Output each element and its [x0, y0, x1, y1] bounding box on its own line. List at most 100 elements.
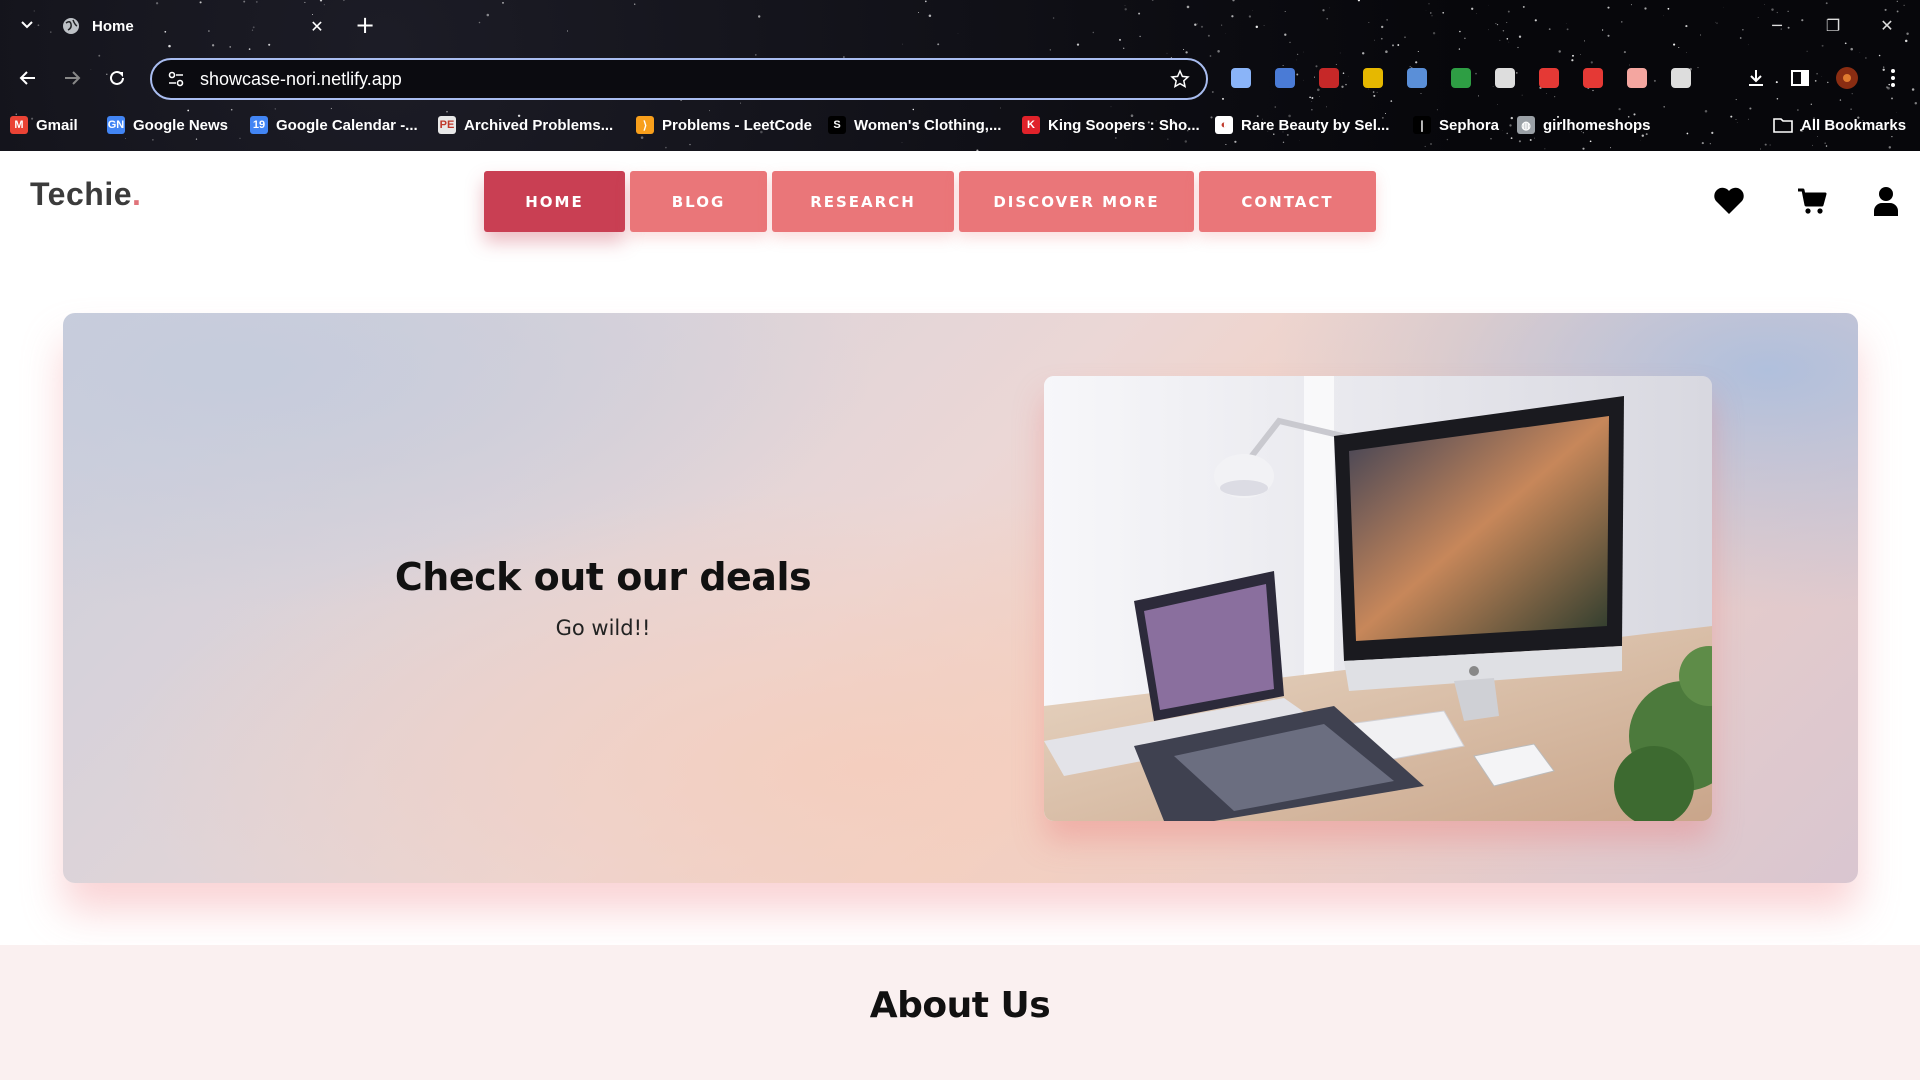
globe-icon: ◍ — [1517, 116, 1535, 134]
kebab-menu-icon — [1891, 69, 1895, 87]
sephora-icon: ❘ — [1413, 116, 1431, 134]
user-icon — [1874, 187, 1898, 216]
extension-button[interactable] — [1668, 65, 1694, 91]
nav-item-blog[interactable]: BLOG — [630, 171, 767, 232]
extension-icon — [1275, 68, 1295, 88]
chevron-down-icon — [21, 21, 33, 29]
new-tab-button[interactable]: + — [352, 11, 378, 39]
extension-button[interactable] — [1228, 65, 1254, 91]
hero-banner: Check out our deals Go wild!! — [63, 313, 1858, 883]
hero-image-workspace — [1044, 376, 1712, 821]
shein-icon: S — [828, 116, 846, 134]
wishlist-button[interactable] — [1712, 184, 1746, 218]
extension-icon — [1363, 68, 1383, 88]
browser-toolbar: showcase-nori.netlify.app — [0, 50, 1920, 106]
cart-button[interactable] — [1795, 184, 1829, 218]
close-window-button[interactable]: ✕ — [1867, 8, 1907, 42]
forward-button[interactable] — [57, 63, 87, 93]
hero-title: Check out our deals — [394, 555, 812, 599]
extension-button[interactable] — [1448, 65, 1474, 91]
all-bookmarks-label: All Bookmarks — [1801, 116, 1907, 134]
site-info-icon[interactable] — [166, 69, 186, 89]
bookmark-rare-beauty[interactable]: ◐ Rare Beauty by Sel... — [1215, 113, 1389, 137]
google-news-icon: GN — [107, 116, 125, 134]
nav-item-research[interactable]: RESEARCH — [772, 171, 954, 232]
bookmark-google-calendar[interactable]: 19 Google Calendar -... — [250, 113, 418, 137]
address-bar[interactable]: showcase-nori.netlify.app — [150, 58, 1208, 100]
bookmark-label: Google Calendar -... — [276, 116, 418, 134]
reload-button[interactable] — [102, 63, 132, 93]
bookmark-google-news[interactable]: GN Google News — [107, 113, 228, 137]
nav-item-home[interactable]: HOME — [484, 171, 625, 232]
bookmark-globe[interactable]: ◍ girlhomeshops — [1517, 113, 1651, 137]
tab-home[interactable]: Home ✕ — [50, 7, 340, 45]
bookmark-label: girlhomeshops — [1543, 116, 1651, 134]
side-panel-button[interactable] — [1787, 65, 1813, 91]
bookmark-label: Sephora — [1439, 116, 1500, 134]
king-soopers-icon: K — [1022, 116, 1040, 134]
bookmark-shein[interactable]: S Women's Clothing,... — [828, 113, 1001, 137]
google-calendar-icon: 19 — [250, 116, 268, 134]
logo-dot: . — [132, 176, 142, 212]
bookmark-project-euler[interactable]: PE Archived Problems... — [438, 113, 613, 137]
all-bookmarks-button[interactable]: All Bookmarks — [1773, 113, 1906, 137]
hero-subtitle: Go wild!! — [555, 616, 651, 640]
extension-icon — [1583, 68, 1603, 88]
site-header: Techie. HOME BLOG RESEARCH DISCOVER MORE… — [0, 151, 1920, 251]
rare-beauty-icon: ◐ — [1215, 116, 1233, 134]
extension-button[interactable] — [1492, 65, 1518, 91]
extension-icon — [1407, 68, 1427, 88]
extension-icon — [1319, 68, 1339, 88]
bookmark-sephora[interactable]: ❘ Sephora — [1413, 113, 1499, 137]
bookmarks-bar: All Bookmarks M Gmail GN Google News 19 Googl… — [0, 110, 1920, 140]
extension-button[interactable] — [1360, 65, 1386, 91]
tab-close-icon[interactable]: ✕ — [306, 15, 328, 37]
extension-button[interactable] — [1580, 65, 1606, 91]
extension-icon — [1231, 68, 1251, 88]
minimize-button[interactable]: ─ — [1757, 8, 1797, 42]
web-page: Techie. HOME BLOG RESEARCH DISCOVER MORE… — [0, 151, 1920, 1080]
gmail-icon: M — [10, 116, 28, 134]
main-nav: HOME BLOG RESEARCH DISCOVER MORE CONTACT — [484, 171, 1381, 232]
leetcode-icon: ⟩ — [636, 116, 654, 134]
folder-icon — [1773, 118, 1793, 133]
profile-avatar[interactable] — [1834, 65, 1860, 91]
tab-search-button[interactable] — [14, 12, 40, 38]
bookmark-leetcode[interactable]: ⟩ Problems - LeetCode — [636, 113, 812, 137]
avatar-icon — [1836, 67, 1858, 89]
tab-strip: Home ✕ + ─ ❐ ✕ — [0, 0, 1920, 50]
globe-icon — [63, 18, 79, 34]
bookmark-label: King Soopers : Sho... — [1048, 116, 1200, 134]
browser-menu-button[interactable] — [1880, 65, 1906, 91]
nav-item-contact[interactable]: CONTACT — [1199, 171, 1376, 232]
restore-button[interactable]: ❐ — [1813, 8, 1853, 42]
back-arrow-icon — [19, 71, 35, 85]
extension-button[interactable] — [1536, 65, 1562, 91]
extension-icon — [1495, 68, 1515, 88]
extension-button[interactable] — [1316, 65, 1342, 91]
bookmark-label: Rare Beauty by Sel... — [1241, 116, 1390, 134]
star-icon — [1170, 69, 1190, 88]
extension-button[interactable] — [1272, 65, 1298, 91]
bookmark-star-button[interactable] — [1168, 67, 1192, 91]
nav-item-discover-more[interactable]: DISCOVER MORE — [959, 171, 1194, 232]
project-euler-icon: PE — [438, 116, 456, 134]
bookmark-label: Problems - LeetCode — [662, 116, 813, 134]
extension-icon — [1627, 68, 1647, 88]
extension-button[interactable] — [1404, 65, 1430, 91]
extension-icon — [1539, 68, 1559, 88]
back-button[interactable] — [13, 63, 43, 93]
reload-icon — [110, 70, 124, 85]
bookmark-king-soopers[interactable]: K King Soopers : Sho... — [1022, 113, 1200, 137]
url-text: showcase-nori.netlify.app — [200, 68, 402, 89]
extension-button[interactable] — [1624, 65, 1650, 91]
downloads-button[interactable] — [1743, 65, 1769, 91]
logo-text: Techie — [30, 176, 132, 212]
account-button[interactable] — [1869, 184, 1903, 218]
site-logo[interactable]: Techie. — [30, 176, 141, 213]
desk-illustration — [1044, 376, 1712, 821]
side-panel-icon — [1791, 70, 1809, 86]
extension-icon — [1671, 68, 1691, 88]
tab-title: Home — [92, 17, 134, 35]
bookmark-gmail[interactable]: M Gmail — [10, 113, 78, 137]
